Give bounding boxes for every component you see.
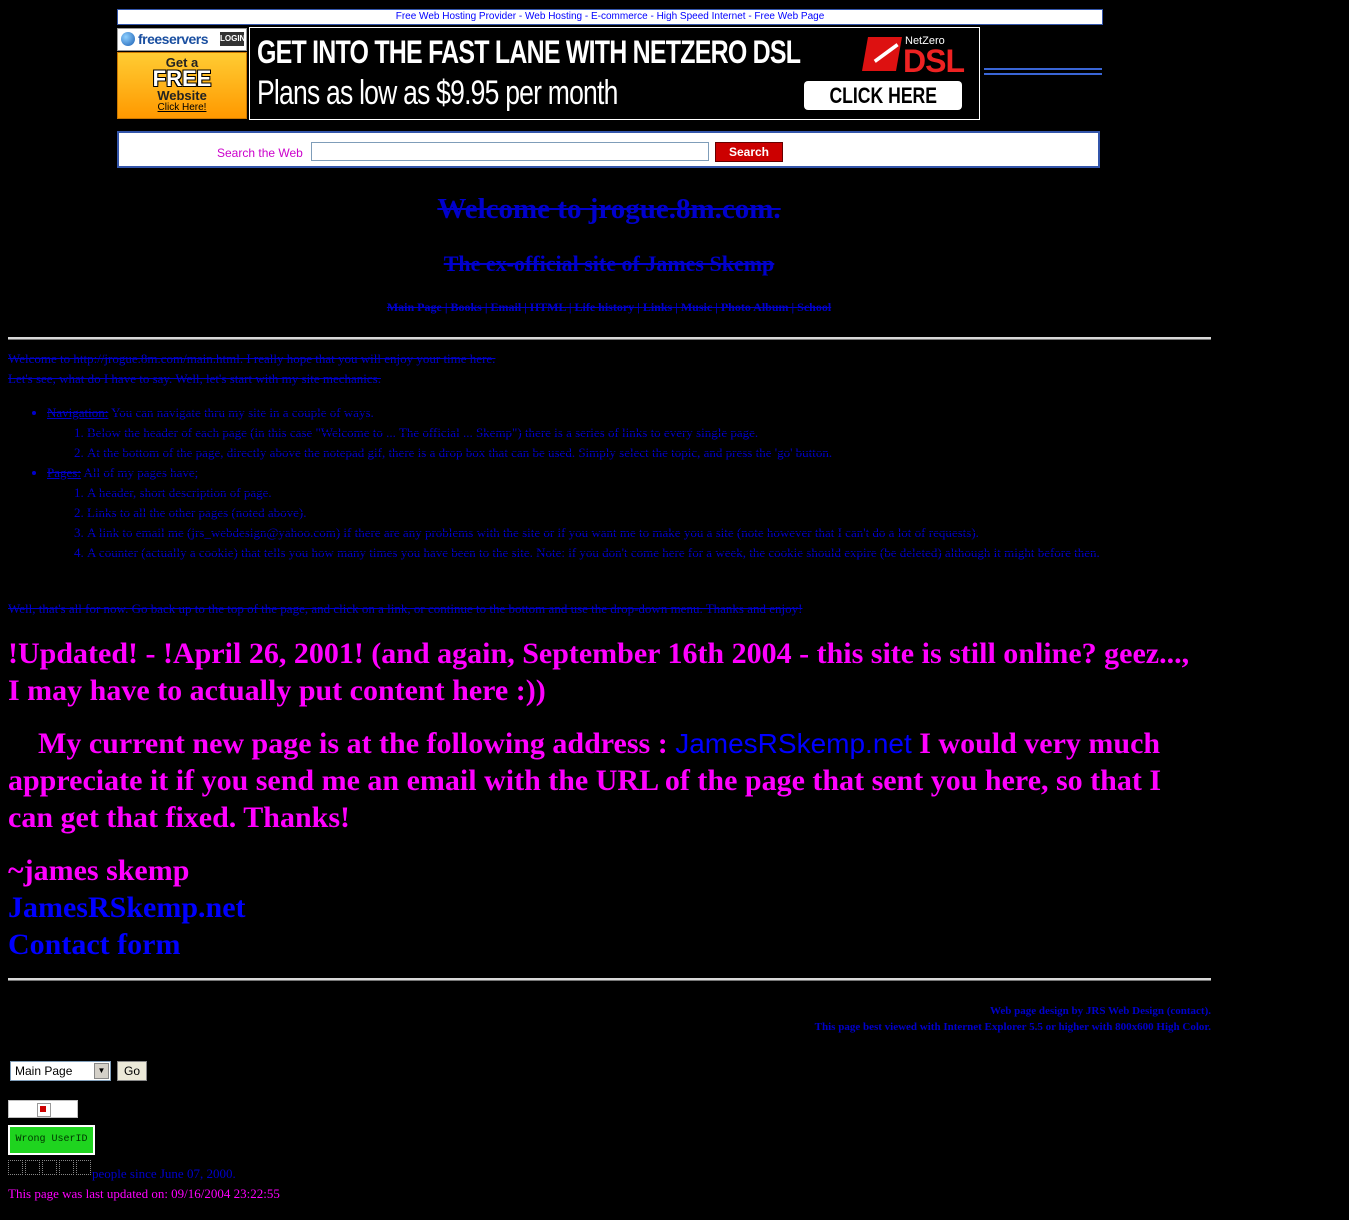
navigation-label: Navigation:: [47, 405, 109, 420]
search-label: Search the Web: [217, 146, 303, 160]
host-link-free-hosting[interactable]: Free Web Hosting Provider: [396, 11, 516, 22]
nav-links[interactable]: Links: [643, 300, 672, 314]
login-button[interactable]: LOGIN: [220, 32, 245, 46]
nav-email[interactable]: Email: [490, 300, 521, 314]
nav-life-history[interactable]: Life history: [574, 300, 634, 314]
credits-line2: This page best viewed with Internet Expl…: [814, 1021, 1211, 1033]
host-link-ecommerce[interactable]: E-commerce: [591, 11, 648, 22]
counter-digit: [8, 1160, 23, 1175]
list-item: A link to email me (jrs_webdesign@yahoo.…: [87, 523, 1208, 543]
moved-notice: My current new page is at the following …: [8, 725, 1213, 836]
go-button[interactable]: Go: [117, 1061, 147, 1081]
page-title: Welcome to jrogue.8m.com.: [437, 193, 781, 225]
host-link-free-web-page[interactable]: Free Web Page: [754, 11, 824, 22]
nav-photo-album[interactable]: Photo Album: [721, 300, 789, 314]
nav-html[interactable]: HTML: [530, 300, 566, 314]
list-item: A counter (actually a cookie) that tells…: [87, 543, 1208, 563]
navigation-text: You can navigate thru my site in a coupl…: [108, 405, 374, 420]
free-website-line2: FREE: [152, 66, 212, 91]
nav-main-page[interactable]: Main Page: [387, 300, 442, 314]
signature: ~james skemp JamesRSkemp.net Contact for…: [8, 852, 608, 963]
counter-text: people since June 07, 2000.: [92, 1166, 236, 1181]
counter-error-badge[interactable]: Wrong UserID: [8, 1125, 95, 1155]
credits: Web page design by JRS Web Design (conta…: [8, 1003, 1211, 1035]
new-site-link[interactable]: JamesRSkemp.net: [675, 728, 912, 759]
topic-select[interactable]: Main Page ▼: [10, 1061, 111, 1081]
nav-music[interactable]: Music: [681, 300, 712, 314]
site-mechanics-list: Navigation: You can navigate thru my sit…: [8, 403, 1208, 563]
site-nav: Main Page | Books | Email | HTML | Life …: [386, 300, 832, 314]
intro-text: Welcome to http://jrogue.8m.com/main.htm…: [8, 349, 1208, 389]
host-link-web-hosting[interactable]: Web Hosting: [525, 11, 582, 22]
intro-line1: Welcome to http://jrogue.8m.com/main.htm…: [8, 351, 496, 366]
host-link-high-speed[interactable]: High Speed Internet: [657, 11, 746, 22]
list-item-navigation: Navigation: You can navigate thru my sit…: [47, 403, 1208, 463]
counter-digit: [76, 1160, 91, 1175]
netzero-mark-icon: [862, 37, 902, 71]
signature-site-link[interactable]: JamesRSkemp.net: [8, 889, 608, 926]
intro-line2: Let's see, what do I have to say. Well, …: [8, 371, 381, 386]
nav-books[interactable]: Books: [450, 300, 481, 314]
freeservers-logo[interactable]: freeservers LOGIN: [117, 28, 247, 51]
divider: [8, 978, 1211, 981]
list-item: Links to all the other pages (noted abov…: [87, 503, 1208, 523]
search-input[interactable]: [311, 142, 709, 161]
ad-click-here-button[interactable]: CLICK HERE: [804, 81, 962, 110]
host-links-bar: Free Web Hosting Provider - Web Hosting …: [117, 9, 1103, 25]
freeservers-box: freeservers LOGIN Get a FREE Website Cli…: [117, 28, 247, 119]
chevron-down-icon[interactable]: ▼: [94, 1063, 109, 1079]
pages-text: All of my pages have;: [80, 465, 199, 480]
hit-counter: [8, 1160, 91, 1176]
ad-price-line: Plans as low as $9.95 per month: [257, 74, 618, 112]
last-updated: This page was last updated on: 09/16/200…: [8, 1186, 280, 1201]
list-item-pages: Pages: All of my pages have; A header, s…: [47, 463, 1208, 563]
nav-school[interactable]: School: [797, 300, 831, 314]
counter-digit: [25, 1160, 40, 1175]
updated-notice: !Updated! - !April 26, 2001! (and again,…: [8, 637, 1190, 707]
netzero-dsl-logo: NetZero DSL: [862, 35, 965, 79]
free-website-banner[interactable]: Get a FREE Website Click Here!: [117, 52, 247, 119]
jrs-web-design-link[interactable]: JRS Web Design: [1086, 1005, 1164, 1017]
outro-text: Well, that's all for now. Go back up to …: [8, 601, 803, 616]
web-search-bar: Search the Web Search: [117, 131, 1100, 168]
signature-name: ~james skemp: [8, 854, 190, 887]
globe-icon: [121, 32, 135, 46]
ad-headline: GET INTO THE FAST LANE WITH NETZERO DSL: [257, 34, 801, 70]
list-item: At the bottom of the page, directly abov…: [87, 443, 1208, 463]
list-item: A header, short description of page.: [87, 483, 1208, 503]
list-item: Below the header of each page (in this c…: [87, 423, 1208, 443]
page-subtitle: The ex-official site of James Skemp: [443, 251, 775, 276]
credits-line1: Web page design by JRS Web Design (conta…: [989, 1005, 1211, 1017]
broken-image-icon: [37, 1103, 51, 1117]
decorative-lines: [984, 68, 1102, 77]
contact-form-link[interactable]: Contact form: [8, 926, 608, 963]
topic-select-value: Main Page: [15, 1064, 73, 1078]
search-button[interactable]: Search: [715, 142, 783, 162]
counter-digit: [42, 1160, 57, 1175]
freeservers-logo-text: freeservers: [138, 31, 209, 47]
free-website-line3: Website: [157, 88, 207, 103]
ad-cta-label: CLICK HERE: [829, 83, 937, 108]
divider: [8, 337, 1211, 340]
dsl-brand: DSL: [903, 43, 965, 79]
counter-digit: [59, 1160, 74, 1175]
broken-image: [8, 1100, 78, 1118]
netzero-ad-banner[interactable]: GET INTO THE FAST LANE WITH NETZERO DSL …: [249, 27, 980, 120]
moved-notice-before: My current new page is at the following …: [38, 727, 676, 760]
free-website-click-here[interactable]: Click Here!: [118, 102, 246, 113]
pages-label: Pages:: [47, 465, 81, 480]
